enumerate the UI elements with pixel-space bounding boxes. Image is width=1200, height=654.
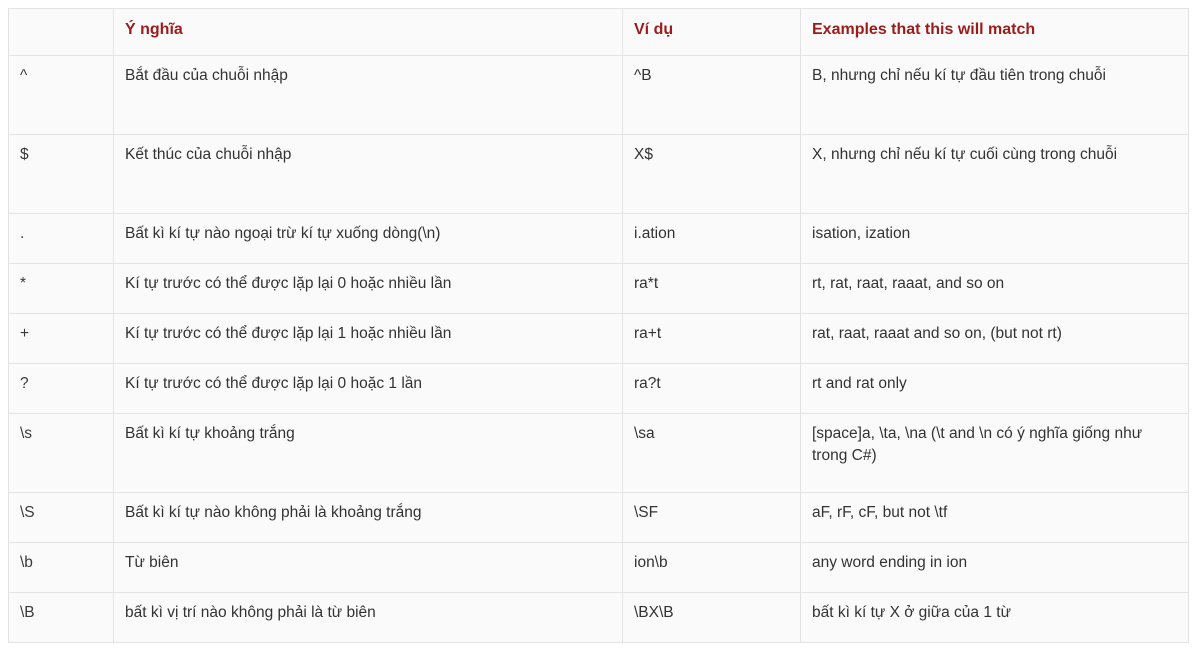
- cell-symbol: \S: [8, 492, 114, 543]
- table-row: + Kí tự trước có thể được lặp lại 1 hoặc …: [8, 313, 1189, 364]
- cell-matches: B, nhưng chỉ nếu kí tự đầu tiên trong ch…: [800, 55, 1189, 135]
- cell-matches: bất kì kí tự X ở giữa của 1 từ: [800, 592, 1189, 643]
- cell-example: \SF: [622, 492, 801, 543]
- cell-example: X$: [622, 134, 801, 214]
- cell-example: \sa: [622, 413, 801, 493]
- cell-matches: rt and rat only: [800, 363, 1189, 414]
- cell-meaning: Kí tự trước có thể được lặp lại 0 hoặc 1…: [113, 363, 623, 414]
- column-header-example: Ví dụ: [622, 8, 801, 56]
- table-row: \s Bất kì kí tự khoảng trắng \sa [space]a, …: [8, 413, 1189, 493]
- cell-symbol: \B: [8, 592, 114, 643]
- table-row: . Bất kì kí tự nào ngoại trừ kí tự xuống …: [8, 213, 1189, 264]
- cell-meaning: Từ biên: [113, 542, 623, 593]
- table-header-row: Ý nghĩa Ví dụ Examples that this will ma…: [8, 8, 1189, 56]
- cell-example: i.ation: [622, 213, 801, 264]
- cell-matches: [space]a, \ta, \na (\t and \n có ý nghĩa…: [800, 413, 1189, 493]
- cell-symbol: \b: [8, 542, 114, 593]
- table-header: Ý nghĩa Ví dụ Examples that this will ma…: [8, 8, 1189, 56]
- table-row: * Kí tự trước có thể được lặp lại 0 hoặc …: [8, 263, 1189, 314]
- cell-example: ion\b: [622, 542, 801, 593]
- column-header-matches: Examples that this will match: [800, 8, 1189, 56]
- cell-matches: aF, rF, cF, but not \tf: [800, 492, 1189, 543]
- table-row: \S Bất kì kí tự nào không phải là khoảng …: [8, 492, 1189, 543]
- cell-example: \BX\B: [622, 592, 801, 643]
- cell-example: ra*t: [622, 263, 801, 314]
- cell-meaning: Bất kì kí tự nào ngoại trừ kí tự xuống d…: [113, 213, 623, 264]
- cell-example: ra+t: [622, 313, 801, 364]
- cell-symbol: +: [8, 313, 114, 364]
- cell-meaning: Bất kì kí tự khoảng trắng: [113, 413, 623, 493]
- regex-reference-table: Ý nghĩa Ví dụ Examples that this will ma…: [8, 8, 1189, 643]
- cell-matches: isation, ization: [800, 213, 1189, 264]
- cell-symbol: \s: [8, 413, 114, 493]
- cell-meaning: Kết thúc của chuỗi nhập: [113, 134, 623, 214]
- table-body: ^ Bắt đầu của chuỗi nhập ^B B, nhưng chỉ nế…: [8, 55, 1189, 643]
- table-row: \B bất kì vị trí nào không phải là từ biê…: [8, 592, 1189, 643]
- cell-meaning: Bất kì kí tự nào không phải là khoảng tr…: [113, 492, 623, 543]
- cell-symbol: *: [8, 263, 114, 314]
- cell-matches: any word ending in ion: [800, 542, 1189, 593]
- column-header-symbol: [8, 8, 114, 56]
- cell-matches: rt, rat, raat, raaat, and so on: [800, 263, 1189, 314]
- cell-symbol: $: [8, 134, 114, 214]
- cell-symbol: ?: [8, 363, 114, 414]
- table-row: ? Kí tự trước có thể được lặp lại 0 hoặc …: [8, 363, 1189, 414]
- cell-symbol: ^: [8, 55, 114, 135]
- table-row: \b Từ biên ion\b any word ending in ion: [8, 542, 1189, 593]
- cell-example: ra?t: [622, 363, 801, 414]
- cell-example: ^B: [622, 55, 801, 135]
- cell-matches: X, nhưng chỉ nếu kí tự cuối cùng trong c…: [800, 134, 1189, 214]
- cell-meaning: Kí tự trước có thể được lặp lại 0 hoặc n…: [113, 263, 623, 314]
- cell-meaning: Kí tự trước có thể được lặp lại 1 hoặc n…: [113, 313, 623, 364]
- cell-meaning: bất kì vị trí nào không phải là từ biên: [113, 592, 623, 643]
- cell-meaning: Bắt đầu của chuỗi nhập: [113, 55, 623, 135]
- table-row: ^ Bắt đầu của chuỗi nhập ^B B, nhưng chỉ nế…: [8, 55, 1189, 135]
- cell-symbol: .: [8, 213, 114, 264]
- cell-matches: rat, raat, raaat and so on, (but not rt): [800, 313, 1189, 364]
- column-header-meaning: Ý nghĩa: [113, 8, 623, 56]
- table-row: $ Kết thúc của chuỗi nhập X$ X, nhưng chỉ n…: [8, 134, 1189, 214]
- regex-reference-table-container: Ý nghĩa Ví dụ Examples that this will ma…: [0, 0, 1200, 654]
